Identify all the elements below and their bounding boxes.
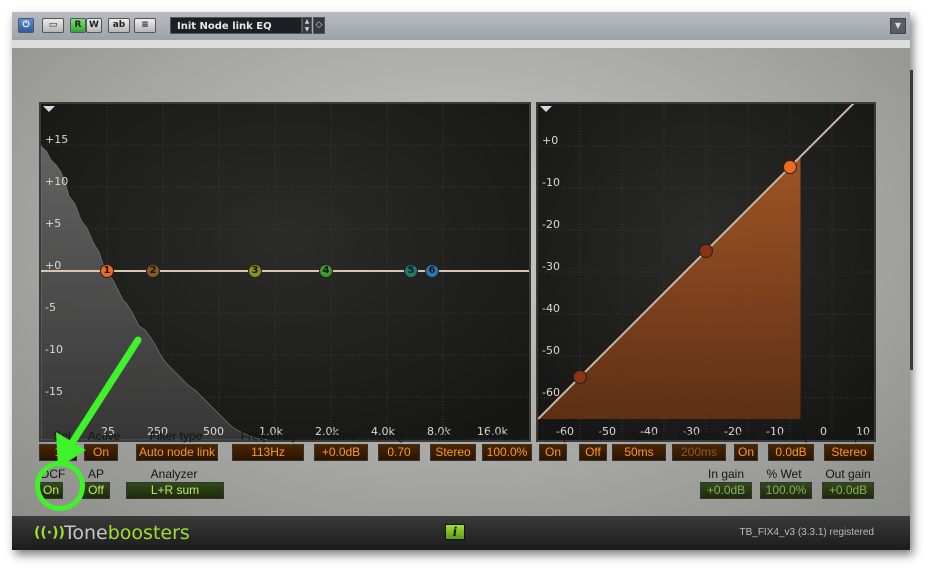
plugin-window: ⏻ ▭ R W ab ≡ Init Node link EQ ▲ ▼ ◇ ▼ +… (12, 12, 910, 550)
attack-value[interactable]: 50ms (612, 444, 666, 461)
mode-label: Mode (437, 429, 469, 443)
db-label: -5 (45, 301, 56, 314)
amount-label: Amount (486, 429, 528, 443)
toneboosters-logo-icon: ((·)) (34, 525, 65, 541)
eq-node-1[interactable]: 1 (100, 264, 114, 278)
read-automation-button[interactable]: R (70, 18, 86, 33)
write-automation-button[interactable]: W (86, 18, 102, 33)
graph-menu-icon[interactable] (43, 106, 55, 112)
host-toolbar: ⏻ ▭ R W ab ≡ Init Node link EQ ▲ ▼ ◇ ▼ (12, 12, 910, 41)
bypass-icon[interactable]: ▭ (42, 18, 64, 33)
brand-name: Toneboosters (64, 522, 190, 544)
compressor-node[interactable] (573, 370, 587, 384)
output-db-label: -20 (542, 218, 560, 231)
gain-label: Gain (329, 429, 355, 443)
eq-node-6[interactable]: 6 (425, 264, 439, 278)
output-db-label: -30 (542, 260, 560, 273)
release-label: Release (676, 429, 722, 443)
q-value[interactable]: 0.70 (378, 444, 420, 461)
comp-label: Comp (537, 429, 570, 443)
eq-node-2[interactable]: 2 (146, 264, 160, 278)
release-value[interactable]: 200ms (672, 444, 726, 461)
ar-toggle[interactable]: On (734, 444, 758, 461)
out-gain-label: Out gain (825, 467, 871, 481)
compressor-node[interactable] (699, 244, 713, 258)
graph-menu-icon[interactable] (540, 106, 552, 112)
settings-icon[interactable]: ≡ (134, 18, 156, 33)
eq-node-5[interactable]: 5 (404, 264, 418, 278)
frequency-label: Frequency (240, 429, 298, 443)
sc-input-select[interactable]: Stereo (824, 444, 874, 461)
host-menu-icon[interactable]: ▼ (890, 18, 906, 34)
info-button[interactable]: i (445, 524, 465, 540)
version-text: TB_FIX4_v3 (3.3.1) registered (739, 527, 874, 538)
power-icon[interactable]: ⏻ (18, 18, 34, 33)
db-label: +0 (45, 259, 62, 272)
soft-toggle[interactable]: Off (579, 444, 607, 461)
gain-value[interactable]: +0.0dB (314, 444, 368, 461)
background-window-edge (910, 70, 913, 370)
compare-ab-icon[interactable]: ab (108, 18, 130, 33)
output-db-label: -40 (542, 302, 560, 315)
ar-label: A/R (735, 429, 756, 443)
output-db-label: -10 (542, 176, 560, 189)
compressor-graph[interactable]: +0 -10 -20 -30 -40 -50 -60 -60 -50 -40 -… (536, 102, 876, 442)
separator-strip (12, 40, 910, 48)
eq-node-4[interactable]: 4 (319, 264, 333, 278)
db-label: +5 (45, 217, 62, 230)
annotation-circle (35, 461, 85, 511)
ap-toggle[interactable]: Off (82, 482, 110, 499)
comp-toggle[interactable]: On (539, 444, 567, 461)
wet-label: % Wet (766, 467, 802, 481)
plugin-footer: ((·)) Toneboosters i TB_FIX4_v3 (3.3.1) … (12, 516, 910, 550)
preset-name-field[interactable]: Init Node link EQ (170, 17, 302, 34)
wet-value[interactable]: 100.0% (760, 482, 812, 499)
preset-stepper[interactable]: ▲ ▼ (302, 17, 312, 34)
makeup-value[interactable]: 0.0dB (768, 444, 814, 461)
in-gain-value[interactable]: +0.0dB (700, 482, 752, 499)
compressor-node[interactable] (783, 160, 797, 174)
output-db-label: -50 (542, 344, 560, 357)
output-db-label: +0 (542, 134, 559, 147)
sc-input-label: SC input (824, 429, 872, 443)
analyzer-select[interactable]: L+R sum (126, 482, 224, 499)
q-label: Q (394, 429, 404, 443)
plugin-panel: +15 +10 +5 +0 -5 -10 -15 25 250 500 1.0k… (12, 48, 910, 516)
attack-label: Attack (623, 429, 657, 443)
out-gain-value[interactable]: +0.0dB (822, 482, 874, 499)
db-label: +15 (45, 133, 69, 146)
annotation-arrow (56, 336, 142, 468)
soft-label: Soft (581, 429, 603, 443)
preset-menu-icon[interactable]: ◇ (313, 17, 325, 34)
output-db-label: -60 (542, 386, 560, 399)
amount-value[interactable]: 100.0% (482, 444, 532, 461)
compressor-graph-canvas (538, 104, 874, 440)
in-gain-label: In gain (707, 467, 745, 481)
makeup-label: Makeup (768, 429, 812, 443)
mode-select[interactable]: Stereo (430, 444, 476, 461)
eq-node-3[interactable]: 3 (248, 264, 262, 278)
frequency-value[interactable]: 113Hz (232, 444, 304, 461)
db-label: +10 (45, 175, 69, 188)
